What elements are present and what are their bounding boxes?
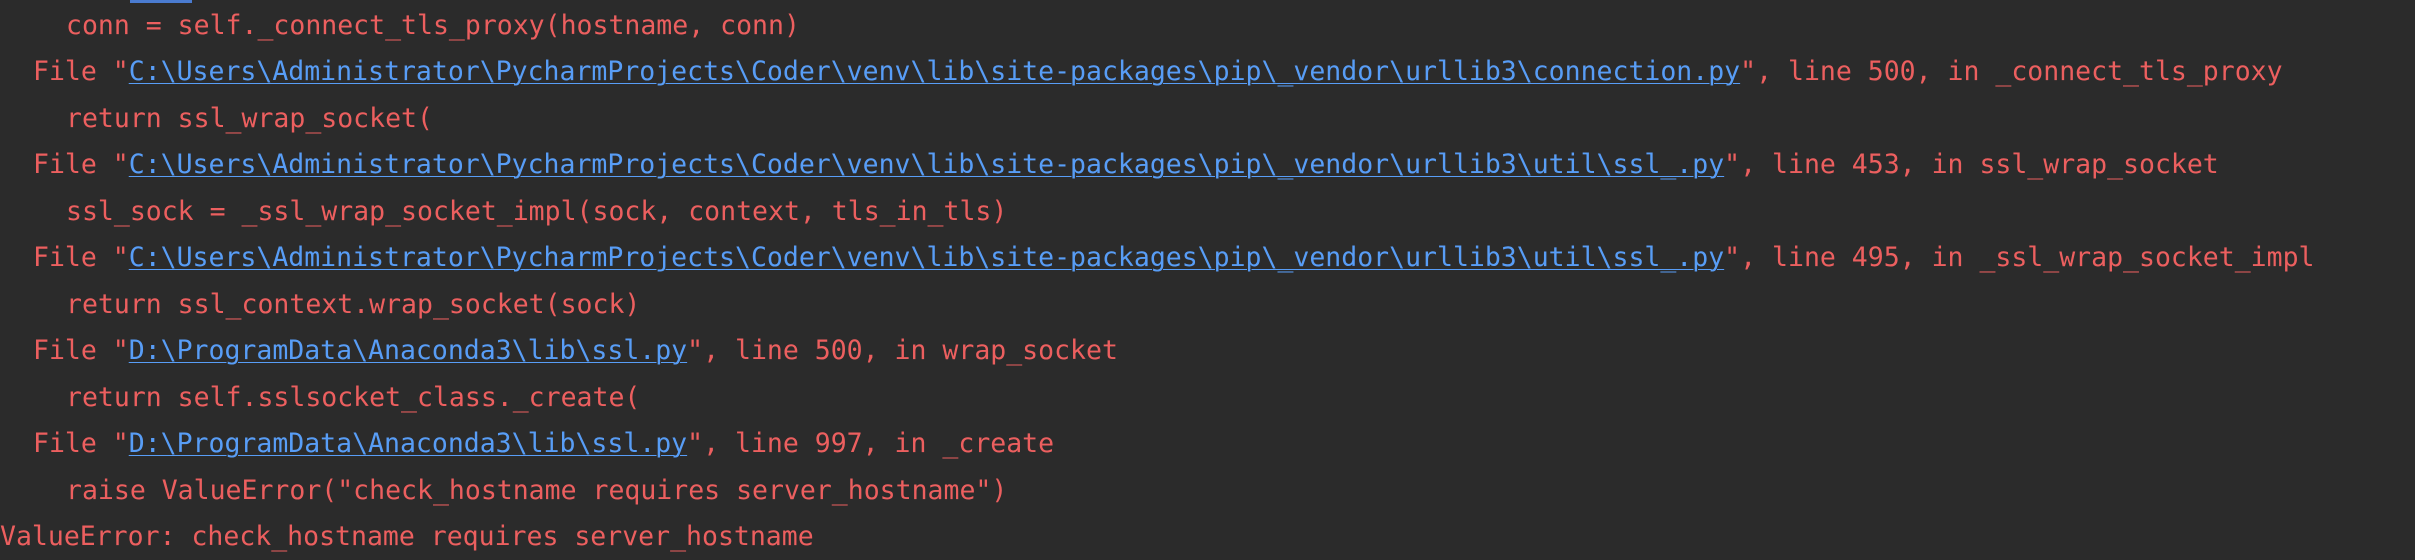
- traceback-code-line: conn = self._connect_tls_proxy(hostname,…: [0, 3, 800, 49]
- file-path-link[interactable]: C:\Users\Administrator\PycharmProjects\C…: [129, 56, 1740, 87]
- traceback-code-line: return self.sslsocket_class._create(: [0, 375, 640, 421]
- code-text: return ssl_wrap_socket(: [66, 103, 433, 134]
- traceback-code-line: return ssl_context.wrap_socket(sock): [0, 282, 640, 328]
- traceback-file-line: File "C:\Users\Administrator\PycharmProj…: [0, 235, 2314, 281]
- file-prefix: File ": [33, 56, 129, 87]
- file-suffix: ", line 495, in _ssl_wrap_socket_impl: [1724, 242, 2315, 273]
- file-path-link[interactable]: C:\Users\Administrator\PycharmProjects\C…: [129, 242, 1724, 273]
- code-text: raise ValueError("check_hostname require…: [66, 475, 1008, 506]
- error-message-line: ValueError: check_hostname requires serv…: [0, 514, 814, 560]
- code-text: conn = self._connect_tls_proxy(hostname,…: [66, 10, 800, 41]
- console-output: conn = self._connect_tls_proxy(hostname,…: [0, 0, 2415, 557]
- file-prefix: File ": [33, 335, 129, 366]
- file-suffix: ", line 453, in ssl_wrap_socket: [1724, 149, 2219, 180]
- file-suffix: ", line 500, in _connect_tls_proxy: [1740, 56, 2283, 87]
- file-prefix: File ": [33, 428, 129, 459]
- file-prefix: File ": [33, 242, 129, 273]
- traceback-file-line: File "C:\Users\Administrator\PycharmProj…: [0, 142, 2219, 188]
- file-path-link[interactable]: D:\ProgramData\Anaconda3\lib\ssl.py: [129, 335, 687, 366]
- traceback-file-line: File "C:\Users\Administrator\PycharmProj…: [0, 49, 2283, 95]
- traceback-file-line: File "D:\ProgramData\Anaconda3\lib\ssl.p…: [0, 328, 1118, 374]
- traceback-code-line: ssl_sock = _ssl_wrap_socket_impl(sock, c…: [0, 189, 1007, 235]
- traceback-file-line: File "D:\ProgramData\Anaconda3\lib\ssl.p…: [0, 421, 1054, 467]
- file-prefix: File ": [33, 149, 129, 180]
- file-suffix: ", line 997, in _create: [687, 428, 1055, 459]
- file-suffix: ", line 500, in wrap_socket: [687, 335, 1118, 366]
- traceback-code-line: return ssl_wrap_socket(: [0, 96, 433, 142]
- file-path-link[interactable]: C:\Users\Administrator\PycharmProjects\C…: [129, 149, 1724, 180]
- code-text: return self.sslsocket_class._create(: [66, 382, 641, 413]
- traceback-code-line: raise ValueError("check_hostname require…: [0, 468, 1007, 514]
- error-text: ValueError: check_hostname requires serv…: [0, 521, 814, 552]
- file-path-link[interactable]: D:\ProgramData\Anaconda3\lib\ssl.py: [129, 428, 687, 459]
- code-text: ssl_sock = _ssl_wrap_socket_impl(sock, c…: [66, 196, 1008, 227]
- code-text: return ssl_context.wrap_socket(sock): [66, 289, 641, 320]
